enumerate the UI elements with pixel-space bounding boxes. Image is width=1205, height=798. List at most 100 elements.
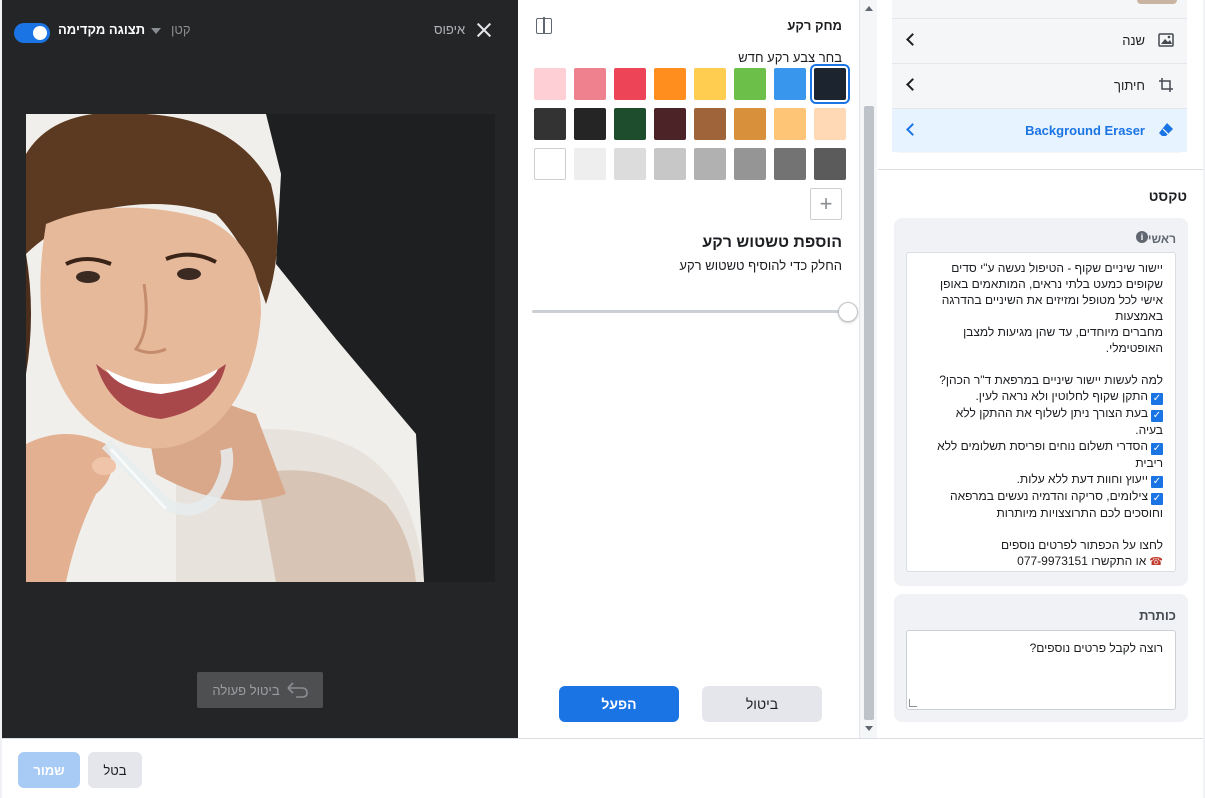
- primary-text-line: וחוסכים לכם התרוצצויות מיותרות: [915, 505, 1164, 521]
- color-swatch[interactable]: [654, 148, 686, 180]
- background-eraser-panel: מחק רקע בחר צבע רקע חדש + הוספת טשטוש רק…: [518, 0, 860, 738]
- color-swatch[interactable]: [534, 148, 566, 180]
- toggle-knob: [33, 26, 47, 40]
- chevron-left-icon: [906, 78, 919, 91]
- compare-icon[interactable]: [536, 17, 552, 34]
- color-swatch[interactable]: [774, 68, 806, 100]
- eraser-icon: [1157, 121, 1175, 139]
- primary-text-field[interactable]: יישור שיניים שקוף - הטיפול נעשה ע"י סדים…: [906, 252, 1176, 572]
- primary-text-line-content: ריבית: [1135, 456, 1163, 470]
- color-swatch[interactable]: [574, 148, 606, 180]
- primary-text-line: למה לעשות יישור שיניים במרפאת ד"ר הכהן?: [915, 372, 1163, 388]
- tool-row-change[interactable]: שנה: [892, 18, 1187, 62]
- headline-card: כותרת רוצה לקבל פרטים נוספים?: [894, 594, 1188, 722]
- color-swatch[interactable]: [694, 68, 726, 100]
- scroll-up-icon[interactable]: [865, 6, 873, 11]
- primary-text-line: שקופים כמעט בלתי נראים, המותאמים באופן: [915, 276, 1163, 292]
- scroll-down-icon[interactable]: [865, 726, 873, 731]
- modal-footer: שמור בטל: [2, 738, 1203, 798]
- color-swatch[interactable]: [734, 148, 766, 180]
- color-swatch[interactable]: [614, 68, 646, 100]
- primary-text-line-content: וחוסכים לכם התרוצצויות מיותרות: [996, 506, 1164, 520]
- primary-text-line: אישי לכל מטופל ומזיזים את השיניים בהדרגה: [915, 292, 1163, 308]
- size-dropdown[interactable]: קטן: [171, 22, 191, 37]
- color-swatch[interactable]: [814, 148, 846, 180]
- undo-button[interactable]: ביטול פעולה: [197, 672, 323, 708]
- image-icon: [1157, 31, 1175, 49]
- undo-label: ביטול פעולה: [212, 682, 280, 698]
- settings-panel: שנה חיתוך Background Eraser טקסט ראשי i …: [878, 0, 1203, 738]
- primary-text-line: ריבית: [915, 455, 1163, 471]
- close-icon[interactable]: [474, 20, 494, 40]
- blur-slider-handle[interactable]: [838, 302, 858, 322]
- checkbox-emoji-icon: ✓: [1151, 443, 1163, 455]
- image-editor-modal: תצוגה מקדימה קטן איפוס ביטול פעולה מחק ר…: [2, 0, 1203, 798]
- primary-text-line: ✓הסדרי תשלום נוחים ופריסת תשלומים ללא: [915, 438, 1163, 455]
- primary-text-line: ✓צילומים, סריקה והדמיה נעשים במרפאה: [915, 488, 1163, 505]
- color-swatch[interactable]: [734, 108, 766, 140]
- preview-toolbar: תצוגה מקדימה קטן איפוס: [2, 0, 518, 60]
- image-tools-card: שנה חיתוך Background Eraser: [892, 0, 1187, 153]
- section-divider: [878, 169, 1203, 170]
- resize-handle-icon[interactable]: [909, 699, 917, 707]
- crop-icon: [1157, 76, 1175, 94]
- color-swatch[interactable]: [574, 68, 606, 100]
- primary-text-line: ✓התקן שקוף לחלוטין ולא נראה לעין.: [915, 388, 1163, 405]
- color-swatch[interactable]: [614, 148, 646, 180]
- headline-label: כותרת: [1139, 608, 1176, 623]
- preview-toggle[interactable]: [14, 23, 50, 43]
- primary-text-line: באמצעות: [915, 308, 1163, 324]
- panel-scrollbar[interactable]: [859, 0, 877, 738]
- primary-text-line: [915, 521, 1163, 537]
- color-swatch[interactable]: [534, 68, 566, 100]
- color-swatch[interactable]: [694, 148, 726, 180]
- checkbox-emoji-icon: ✓: [1151, 410, 1163, 422]
- chevron-left-icon: [906, 33, 919, 46]
- color-swatch-grid: [530, 64, 850, 180]
- color-swatch[interactable]: [654, 108, 686, 140]
- primary-text-line-content: למה לעשות יישור שיניים במרפאת ד"ר הכהן?: [939, 373, 1163, 387]
- color-swatch[interactable]: [574, 108, 606, 140]
- discard-button[interactable]: בטל: [88, 752, 142, 788]
- image-thumbnail: [1137, 0, 1177, 4]
- color-swatch[interactable]: [614, 108, 646, 140]
- save-button[interactable]: שמור: [18, 752, 80, 788]
- undo-icon: [287, 682, 308, 698]
- primary-text-line-content: יישור שיניים שקוף - הטיפול נעשה ע"י סדים: [951, 261, 1163, 275]
- headline-value: רוצה לקבל פרטים נוספים?: [1029, 641, 1163, 655]
- checkbox-emoji-icon: ✓: [1151, 493, 1163, 505]
- phone-icon: ☎: [1146, 556, 1163, 568]
- info-icon[interactable]: i: [1136, 231, 1148, 243]
- tool-label-change: שנה: [1122, 33, 1145, 48]
- color-swatch[interactable]: [534, 108, 566, 140]
- blur-title: הוספת טשטוש רקע: [702, 234, 842, 251]
- primary-text-line: ✓ייעוץ וחוות דעת ללא עלות.: [915, 471, 1163, 488]
- tool-row-crop[interactable]: חיתוך: [892, 63, 1187, 107]
- cancel-eraser-button[interactable]: ביטול: [702, 686, 822, 722]
- color-swatch[interactable]: [694, 108, 726, 140]
- text-section-heading: טקסט: [1148, 188, 1187, 204]
- primary-text-line: מחברים מיוחדים, עד שהן מגיעות למצבן: [915, 324, 1163, 340]
- tool-row-background-eraser[interactable]: Background Eraser: [892, 108, 1187, 152]
- chevron-left-icon: [906, 123, 919, 136]
- primary-text-line-content: אישי לכל מטופל ומזיזים את השיניים בהדרגה: [941, 293, 1163, 307]
- apply-button[interactable]: הפעל: [559, 686, 679, 722]
- primary-text-line-content: שקופים כמעט בלתי נראים, המותאמים באופן: [940, 277, 1163, 291]
- color-swatch[interactable]: [734, 68, 766, 100]
- color-swatch[interactable]: [814, 108, 846, 140]
- size-dropdown-caret-icon[interactable]: [151, 28, 161, 34]
- primary-text-line: ✓בעת הצורך ניתן לשלוף את ההתקן ללא: [915, 405, 1163, 422]
- primary-text-line-content: באמצעות: [1115, 309, 1163, 323]
- primary-text-line: [915, 356, 1163, 372]
- headline-field[interactable]: רוצה לקבל פרטים נוספים?: [906, 630, 1176, 710]
- color-swatch[interactable]: [774, 148, 806, 180]
- color-swatch[interactable]: [654, 68, 686, 100]
- scroll-thumb[interactable]: [864, 106, 874, 720]
- color-swatch[interactable]: [810, 64, 850, 104]
- tool-label-crop: חיתוך: [1114, 78, 1145, 93]
- primary-text-label: ראשי: [1147, 232, 1176, 246]
- reset-button[interactable]: איפוס: [434, 22, 465, 37]
- color-swatch[interactable]: [774, 108, 806, 140]
- blur-slider-track[interactable]: [532, 310, 852, 313]
- add-color-button[interactable]: +: [810, 188, 842, 220]
